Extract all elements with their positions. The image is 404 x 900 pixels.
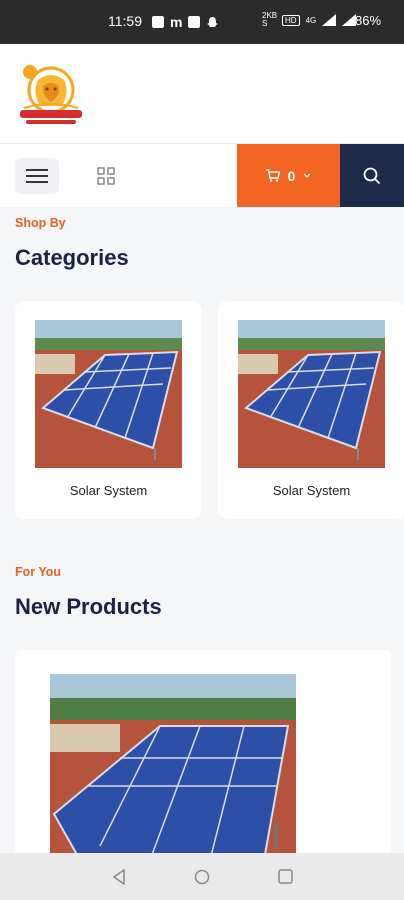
- categories-title: Categories: [15, 245, 129, 270]
- m-app-notification-icon: m: [170, 14, 183, 30]
- gallery-notification-icon: [152, 16, 164, 28]
- lion-sun-logo-icon[interactable]: [16, 62, 86, 132]
- back-triangle-icon[interactable]: [112, 869, 126, 885]
- category-label: Solar System: [69, 483, 148, 498]
- cart-button[interactable]: 0: [237, 144, 340, 207]
- cart-count: 0: [287, 167, 296, 184]
- status-bar: 11:59 m 2KB S HD 4G 86%: [0, 0, 404, 44]
- category-card[interactable]: Solar System: [218, 301, 404, 519]
- notification-icons: m: [152, 14, 219, 30]
- categories-eyebrow: Shop By: [15, 216, 66, 230]
- products-eyebrow: For You: [15, 565, 62, 579]
- solar-panel-image: [238, 320, 385, 468]
- app-header: [0, 44, 404, 144]
- category-label: Solar System: [272, 483, 351, 498]
- app-notification-icon: [188, 16, 201, 28]
- solar-panel-image: [35, 320, 182, 468]
- products-title: New Products: [15, 594, 162, 619]
- system-nav-bar: [0, 853, 404, 900]
- toolbar: 0: [0, 144, 404, 207]
- network-label: 4G: [305, 15, 317, 25]
- snapchat-icon: [207, 16, 219, 27]
- category-card[interactable]: Solar System: [15, 301, 202, 519]
- search-icon: [363, 167, 381, 184]
- grid-view-icon: [97, 167, 115, 185]
- cart-icon: [265, 169, 280, 182]
- volte-icon: HD: [282, 14, 300, 26]
- solar-panel-product-image: [50, 674, 296, 864]
- hamburger-menu-button[interactable]: [15, 158, 59, 194]
- chevron-down-icon: [303, 173, 311, 178]
- hamburger-menu-icon: [26, 169, 48, 183]
- home-circle-icon[interactable]: [194, 869, 210, 885]
- recents-square-icon[interactable]: [278, 869, 293, 884]
- status-time: 11:59: [108, 13, 142, 29]
- grid-view-button[interactable]: [92, 162, 120, 190]
- signal-icon: [322, 14, 337, 26]
- search-button[interactable]: [340, 144, 404, 207]
- battery-level: 86%: [355, 13, 382, 28]
- data-speed-icon: 2KB S: [262, 11, 278, 28]
- system-icons: 2KB S HD 4G: [262, 11, 357, 28]
